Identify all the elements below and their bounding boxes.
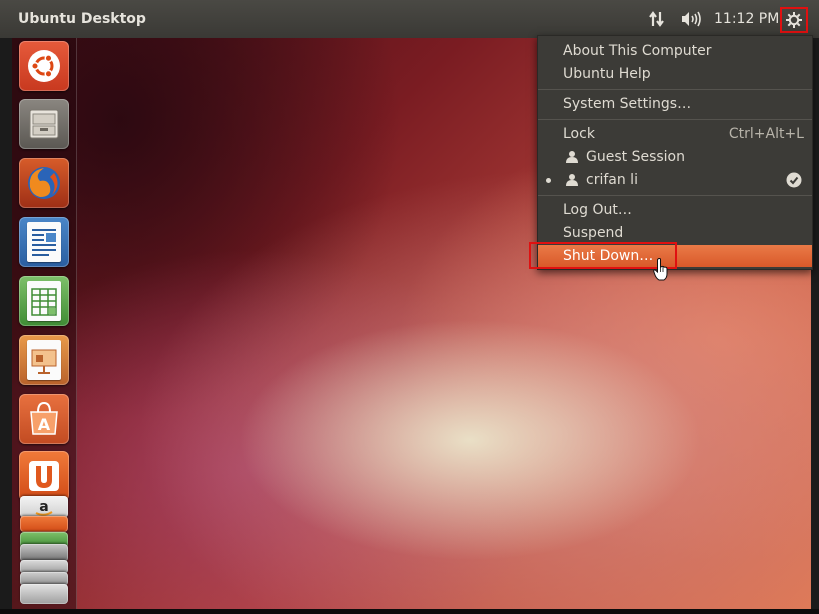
launcher-software-center-button[interactable]: A [19,394,69,444]
libreoffice-calc-icon [27,281,61,321]
launcher-ubuntu-one-button[interactable] [19,451,69,501]
user-icon [566,151,578,163]
launcher-files-button[interactable] [19,99,69,149]
firefox-icon [28,167,60,199]
gear-icon [786,12,802,28]
menu-item-label: crifan li [586,172,638,188]
menu-item-system-settings[interactable]: System Settings… [538,93,812,115]
menu-item-label: About This Computer [563,43,712,59]
ubuntu-one-icon [29,461,59,491]
menu-item-label: Guest Session [586,149,685,165]
menu-item-help[interactable]: Ubuntu Help [538,63,812,85]
libreoffice-impress-icon [27,340,61,380]
menu-item-user-crifan-li[interactable]: crifan li [538,169,812,191]
session-menu: About This Computer Ubuntu Help System S… [537,35,813,270]
launcher-trash-button[interactable] [20,584,68,604]
volume-icon[interactable] [680,8,702,30]
menu-item-label: Log Out… [563,202,632,218]
launcher-firefox-button[interactable] [19,158,69,208]
svg-text:A: A [38,415,51,434]
software-center-icon: A [30,401,58,435]
amazon-icon: a [35,499,53,516]
active-user-dot [546,178,551,183]
lock-shortcut: Ctrl+Alt+L [728,126,804,142]
launcher-dash-button[interactable] [19,41,69,91]
menu-item-guest-session[interactable]: Guest Session [538,146,812,168]
menu-separator [538,119,812,120]
svg-text:a: a [39,499,48,515]
user-icon [566,174,578,186]
desktop-wallpaper: Ubuntu Desktop 11:12 PM A a About This C… [0,0,819,614]
menu-item-lock[interactable]: Lock Ctrl+Alt+L [538,123,812,145]
screen-edge-left [0,38,12,614]
window-title: Ubuntu Desktop [18,11,146,27]
menu-separator [538,195,812,196]
top-panel: Ubuntu Desktop 11:12 PM [0,0,819,38]
clock[interactable]: 11:12 PM [714,8,779,30]
launcher-stacked-item[interactable] [20,516,68,532]
menu-item-label: Lock [563,126,595,142]
menu-item-label: Ubuntu Help [563,66,651,82]
network-icon[interactable] [648,8,666,30]
menu-item-label: Suspend [563,225,624,241]
menu-item-label: System Settings… [563,96,692,112]
session-indicator-button[interactable] [780,7,808,33]
unity-launcher: A a [12,38,77,609]
menu-item-log-out[interactable]: Log Out… [538,199,812,221]
screen-edge-bottom [0,609,819,614]
check-icon [786,172,802,188]
menu-item-suspend[interactable]: Suspend [538,222,812,244]
files-cabinet-icon [29,109,59,139]
launcher-impress-button[interactable] [19,335,69,385]
launcher-calc-button[interactable] [19,276,69,326]
launcher-writer-button[interactable] [19,217,69,267]
menu-separator [538,89,812,90]
menu-item-about[interactable]: About This Computer [538,40,812,62]
ubuntu-logo-icon [28,50,60,82]
hand-pointer-cursor-icon [653,258,668,281]
launcher-amazon-button[interactable]: a [20,496,68,518]
libreoffice-writer-icon [27,222,61,262]
